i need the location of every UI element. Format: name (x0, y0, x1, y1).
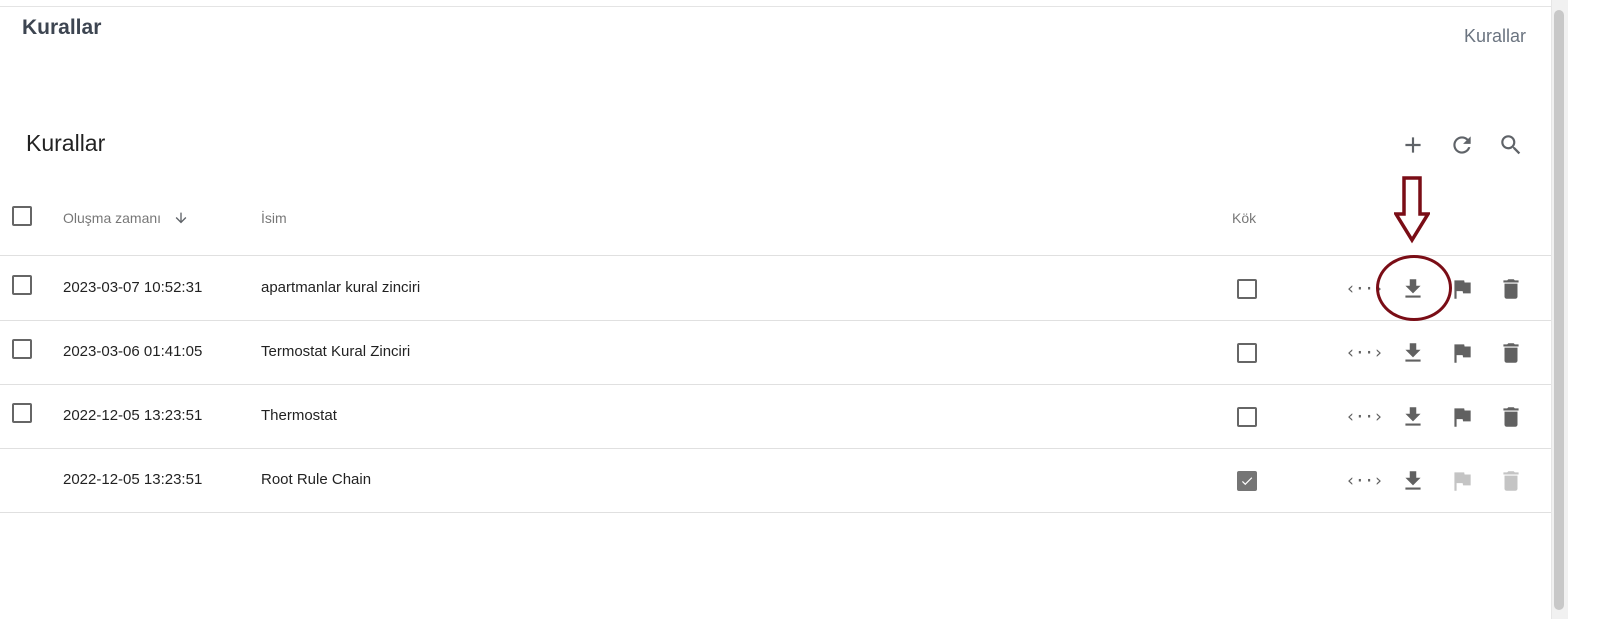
card-title: Kurallar (26, 130, 106, 156)
code-braces-icon: ‹··› (1345, 471, 1384, 491)
refresh-icon (1453, 136, 1471, 154)
flag-icon (1454, 408, 1471, 427)
name-cell: apartmanlar kural zinciri (261, 279, 421, 296)
root-checkbox (1237, 343, 1257, 363)
page-title: Kurallar (22, 16, 102, 39)
name-cell: Root Rule Chain (261, 471, 372, 488)
export-button[interactable] (1397, 337, 1429, 369)
export-button[interactable] (1397, 465, 1429, 497)
table-row[interactable]: 2022-12-05 13:23:51 Root Rule Chain ‹··› (0, 449, 1551, 513)
make-root-button (1446, 465, 1478, 497)
open-rule-chain-button[interactable]: ‹··› (1345, 465, 1384, 497)
plus-icon (1405, 137, 1421, 153)
check-icon (1241, 477, 1253, 486)
open-rule-chain-button[interactable]: ‹··› (1345, 401, 1384, 433)
download-icon (1405, 471, 1421, 490)
delete-icon (1503, 407, 1519, 427)
table-row[interactable]: 2023-03-07 10:52:31 apartmanlar kural zi… (0, 257, 1551, 321)
arrow-down-icon (173, 210, 189, 229)
name-cell: Termostat Kural Zinciri (261, 343, 411, 360)
row-select-checkbox[interactable] (12, 339, 32, 359)
root-checkbox (1237, 279, 1257, 299)
delete-button[interactable] (1495, 337, 1527, 369)
annotation-arrow-icon (1394, 176, 1430, 244)
code-braces-icon: ‹··› (1345, 343, 1384, 363)
open-rule-chain-button[interactable]: ‹··› (1345, 337, 1384, 369)
table-row[interactable]: 2022-12-05 13:23:51 Thermostat ‹··› (0, 385, 1551, 449)
make-root-button[interactable] (1446, 401, 1478, 433)
column-header-name[interactable]: İsim (261, 210, 287, 226)
delete-button[interactable] (1495, 401, 1527, 433)
refresh-button[interactable] (1445, 128, 1479, 162)
breadcrumb[interactable]: Kurallar (1464, 26, 1526, 47)
download-icon (1405, 343, 1421, 362)
scrollbar[interactable] (1551, 0, 1600, 619)
table-header: Oluşma zamanı İsim Kök (0, 186, 1551, 256)
top-divider (0, 6, 1552, 7)
created-cell: 2022-12-05 13:23:51 (63, 407, 203, 424)
search-button[interactable] (1494, 128, 1528, 162)
column-header-created[interactable]: Oluşma zamanı (63, 210, 189, 229)
make-root-button[interactable] (1446, 337, 1478, 369)
add-button[interactable] (1396, 128, 1430, 162)
column-header-created-label: Oluşma zamanı (63, 210, 162, 226)
download-icon (1405, 407, 1421, 426)
delete-button[interactable] (1495, 273, 1527, 305)
root-checkbox (1237, 407, 1257, 427)
delete-icon (1503, 279, 1519, 299)
delete-button (1495, 465, 1527, 497)
export-button[interactable] (1397, 401, 1429, 433)
column-header-root[interactable]: Kök (1232, 210, 1256, 226)
flag-icon (1454, 344, 1471, 363)
row-select-checkbox[interactable] (12, 275, 32, 295)
delete-icon (1503, 471, 1519, 491)
flag-icon (1454, 280, 1471, 299)
flag-icon (1454, 472, 1471, 491)
search-icon (1501, 135, 1521, 155)
select-all-checkbox[interactable] (12, 206, 32, 226)
annotation-circle (1376, 255, 1452, 321)
created-cell: 2023-03-07 10:52:31 (63, 279, 203, 296)
scrollbar-thumb[interactable] (1554, 10, 1564, 610)
code-braces-icon: ‹··› (1345, 407, 1384, 427)
delete-icon (1503, 343, 1519, 363)
name-cell: Thermostat (261, 407, 337, 424)
table-row[interactable]: 2023-03-06 01:41:05 Termostat Kural Zinc… (0, 321, 1551, 385)
root-checkbox (1237, 471, 1257, 491)
row-select-checkbox[interactable] (12, 403, 32, 423)
created-cell: 2022-12-05 13:23:51 (63, 471, 203, 488)
created-cell: 2023-03-06 01:41:05 (63, 343, 203, 360)
